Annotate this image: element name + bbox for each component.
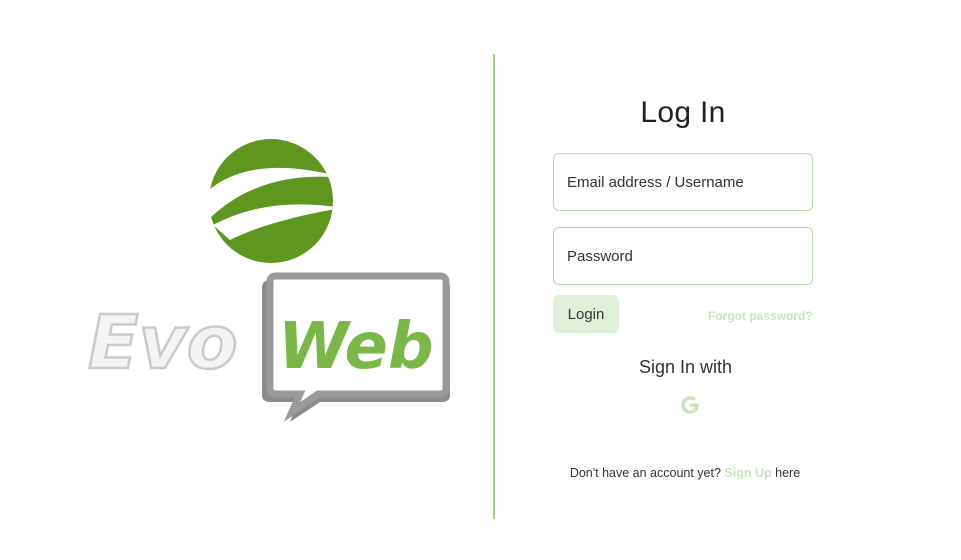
logo-evo-text: Evo [88, 300, 238, 386]
branding-panel: Evo Web [0, 0, 494, 560]
page-title: Log In [640, 96, 726, 129]
signup-prompt: Don't have an account yet? Sign Up here [495, 466, 875, 480]
evoweb-logo: Evo Web [87, 139, 450, 422]
sign-in-with-label: Sign In with [638, 357, 733, 377]
login-panel: Log In Login Forgot password? Sign In wi… [495, 0, 961, 560]
signup-link[interactable]: Sign Up [724, 466, 771, 480]
evo-lettering: Evo [87, 299, 239, 388]
logo-web-text: Web [278, 310, 434, 384]
signup-suffix-text: here [775, 466, 801, 480]
globe-icon [198, 139, 345, 263]
login-button[interactable]: Login [553, 295, 619, 333]
speech-bubble: Web [262, 272, 450, 422]
password-input[interactable] [553, 227, 813, 285]
forgot-password-link[interactable]: Forgot password? [708, 309, 813, 323]
email-username-input[interactable] [553, 153, 813, 211]
google-icon[interactable] [679, 394, 701, 416]
signup-prefix-text: Don't have an account yet? [569, 466, 721, 480]
